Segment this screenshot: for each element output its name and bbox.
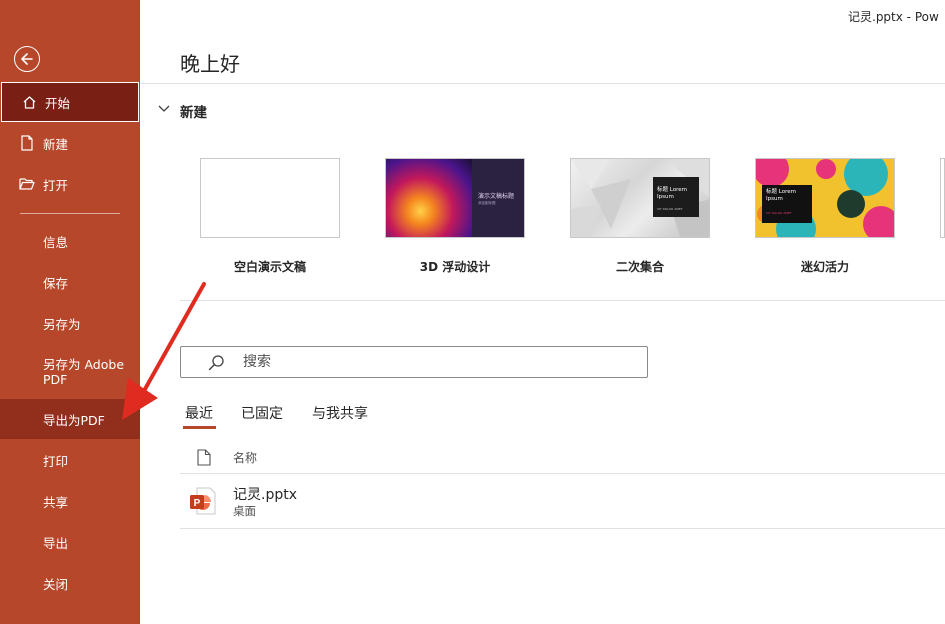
powerpoint-file-icon: P — [190, 487, 216, 515]
sidebar-item-open[interactable]: 打开 — [0, 164, 140, 204]
section-title-new: 新建 — [180, 105, 207, 121]
sidebar-item-save-as-adobe-pdf[interactable]: 另存为 Adobe PDF — [0, 350, 140, 394]
thumbnail-title: 标题 Lorem Ipsum — [766, 189, 796, 202]
sidebar-item-label: 打开 — [43, 177, 69, 193]
template-name: 二次集合 — [615, 260, 664, 274]
sidebar-item-home[interactable]: 开始 — [1, 82, 139, 122]
tab-shared-with-me[interactable]: 与我共享 — [312, 403, 368, 423]
sidebar-item-label: 另存为 — [43, 316, 81, 332]
svg-text:P: P — [194, 498, 201, 509]
chevron-down-icon — [158, 105, 170, 112]
divider — [140, 83, 945, 84]
template-name: 3D 浮动设计 — [419, 260, 491, 274]
sidebar-item-label: 信息 — [43, 234, 69, 250]
file-name[interactable]: 记灵.pptx — [233, 484, 297, 504]
template-psychedelic[interactable]: 标题 Lorem Ipsum SIT DOLOR AMET 迷幻活力 — [755, 158, 895, 274]
column-header-name[interactable]: 名称 — [233, 449, 257, 466]
thumbnail-title: 演示文稿标题 — [478, 193, 515, 200]
open-folder-icon — [19, 176, 35, 192]
file-type-header-icon — [197, 449, 211, 466]
sidebar-item-export[interactable]: 导出 — [0, 522, 140, 562]
template-thumbnail — [940, 158, 945, 238]
sidebar-item-print[interactable]: 打印 — [0, 440, 140, 480]
divider — [180, 528, 945, 529]
template-thumbnail: 标题 Lorem Ipsum SIT DOLOR AMET — [755, 158, 895, 238]
tab-active-indicator — [183, 426, 216, 429]
annotation-arrow — [122, 282, 206, 420]
sidebar-item-label: 保存 — [43, 275, 69, 291]
tab-pinned[interactable]: 已固定 — [241, 403, 283, 423]
page-title: 晚上好 — [180, 52, 240, 76]
template-thumbnail — [200, 158, 340, 238]
sidebar-item-close[interactable]: 关闭 — [0, 563, 140, 603]
back-button[interactable] — [14, 46, 40, 72]
template-thumbnail: 演示文稿标题 添加副标题 — [385, 158, 525, 238]
tab-recent[interactable]: 最近 — [185, 403, 213, 423]
thumbnail-subtitle: SIT DOLOR AMET — [657, 207, 683, 211]
sidebar-item-export-pdf[interactable]: 导出为PDF — [0, 399, 140, 439]
sidebar-item-label: 关闭 — [43, 576, 69, 592]
sidebar-item-label: 另存为 Adobe — [43, 357, 125, 372]
new-file-icon — [19, 135, 35, 151]
template-blue-partial[interactable]: 蓝 — [940, 158, 945, 238]
template-name: 迷幻活力 — [800, 260, 849, 274]
template-blank[interactable]: 空白演示文稿 — [200, 158, 340, 274]
sidebar-item-label-line2: PDF — [43, 372, 68, 387]
file-location: 桌面 — [233, 504, 256, 518]
collapse-new-section-button[interactable] — [156, 100, 172, 116]
sidebar-divider — [20, 213, 120, 214]
sidebar-item-new[interactable]: 新建 — [0, 123, 140, 163]
sidebar-item-save-as[interactable]: 另存为 — [0, 303, 140, 343]
template-thumbnail: 标题 Lorem Ipsum SIT DOLOR AMET — [570, 158, 710, 238]
sidebar-item-share[interactable]: 共享 — [0, 481, 140, 521]
thumbnail-title: 标题 Lorem Ipsum — [657, 187, 687, 200]
search-icon — [208, 355, 224, 371]
back-arrow-icon — [21, 53, 33, 65]
sidebar-item-label: 开始 — [45, 95, 71, 111]
template-3d-floating[interactable]: 演示文稿标题 添加副标题 3D 浮动设计 — [385, 158, 525, 274]
sidebar-item-label: 新建 — [43, 136, 69, 152]
sidebar-item-label: 共享 — [43, 494, 69, 510]
search-box[interactable] — [180, 346, 648, 378]
divider — [180, 300, 945, 301]
sidebar-item-save[interactable]: 保存 — [0, 262, 140, 302]
backstage-sidebar: 开始 新建 打开 信息 保存 另存为 另存为 Adobe PDF 导出为PDF … — [0, 0, 140, 624]
thumbnail-subtitle: SIT DOLOR AMET — [766, 211, 792, 215]
home-icon — [21, 94, 37, 110]
window-title: 记灵.pptx - Pow — [848, 10, 939, 24]
sidebar-item-label: 导出为PDF — [43, 412, 105, 428]
sidebar-item-label: 导出 — [43, 535, 69, 551]
template-name: 空白演示文稿 — [233, 260, 306, 274]
sidebar-item-label: 打印 — [43, 453, 69, 469]
thumbnail-subtitle: 添加副标题 — [478, 201, 496, 205]
search-input[interactable] — [243, 347, 633, 377]
template-quadratic[interactable]: 标题 Lorem Ipsum SIT DOLOR AMET 二次集合 — [570, 158, 710, 274]
sidebar-item-info[interactable]: 信息 — [0, 221, 140, 261]
